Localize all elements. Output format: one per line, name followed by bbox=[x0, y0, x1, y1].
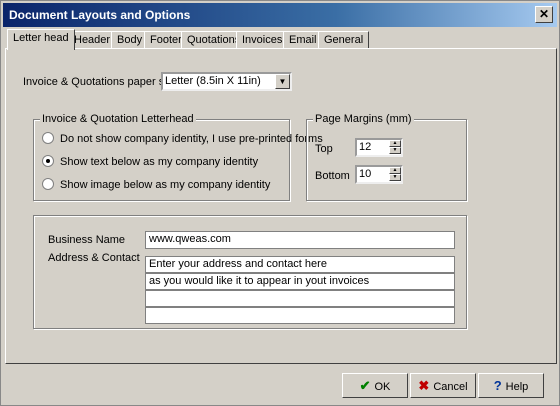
radio-dot-icon bbox=[42, 178, 54, 191]
letterhead-group: Invoice & Quotation Letterhead Do not sh… bbox=[33, 113, 323, 201]
ok-label: OK bbox=[374, 381, 391, 393]
tab-body[interactable]: Body bbox=[111, 31, 149, 49]
window-title: Document Layouts and Options bbox=[9, 8, 191, 22]
radio-label: Show image below as my company identity bbox=[60, 179, 271, 191]
identity-group: Business Name www.qweas.com Address & Co… bbox=[33, 215, 467, 329]
address-line-3[interactable] bbox=[145, 290, 455, 307]
radio-dot-selected-icon bbox=[42, 155, 54, 168]
ok-button[interactable]: ✔ OK bbox=[342, 373, 408, 398]
cross-icon: ✖ bbox=[418, 378, 430, 393]
help-label: Help bbox=[505, 381, 529, 393]
letterhead-panel: Invoice & Quotations paper size Letter (… bbox=[5, 48, 557, 364]
address-line-4[interactable] bbox=[145, 307, 455, 324]
business-name-input[interactable]: www.qweas.com bbox=[145, 231, 455, 249]
paper-size-value: Letter (8.5in X 11in) bbox=[165, 75, 261, 87]
dialog-window: Document Layouts and Options ✕ Letter he… bbox=[0, 0, 560, 406]
page-margins-legend: Page Margins (mm) bbox=[313, 113, 414, 125]
tab-email[interactable]: Email bbox=[283, 31, 323, 49]
spin-down-icon[interactable]: ▼ bbox=[389, 174, 401, 181]
radio-show-image[interactable]: Show image below as my company identity bbox=[42, 178, 271, 191]
title-bar[interactable]: Document Layouts and Options ✕ bbox=[3, 3, 557, 27]
checkmark-icon: ✔ bbox=[359, 378, 371, 393]
radio-label: Do not show company identity, I use pre-… bbox=[60, 133, 323, 145]
bottom-margin-label: Bottom bbox=[315, 170, 350, 182]
business-name-label: Business Name bbox=[48, 234, 126, 246]
tab-header[interactable]: Header bbox=[68, 31, 117, 49]
paper-size-select[interactable]: Letter (8.5in X 11in) ▼ bbox=[161, 72, 292, 91]
letterhead-legend: Invoice & Quotation Letterhead bbox=[40, 113, 196, 125]
cancel-button[interactable]: ✖ Cancel bbox=[410, 373, 476, 398]
address-line-1[interactable]: Enter your address and contact here bbox=[145, 256, 455, 273]
close-icon: ✕ bbox=[538, 7, 550, 21]
top-margin-value: 12 bbox=[359, 141, 372, 153]
paper-size-label: Invoice & Quotations paper size bbox=[23, 76, 179, 88]
radio-no-identity[interactable]: Do not show company identity, I use pre-… bbox=[42, 132, 323, 145]
page-margins-group: Page Margins (mm) Top 12 ▲ ▼ Bottom 10 ▲… bbox=[306, 113, 467, 201]
spin-up-icon[interactable]: ▲ bbox=[389, 167, 401, 174]
spin-up-icon[interactable]: ▲ bbox=[389, 140, 401, 147]
help-icon: ? bbox=[493, 378, 502, 393]
cancel-label: Cancel bbox=[433, 381, 468, 393]
bottom-margin-stepper[interactable]: 10 ▲ ▼ bbox=[355, 165, 403, 184]
bottom-margin-value: 10 bbox=[359, 168, 372, 180]
tab-letter-head[interactable]: Letter head bbox=[7, 29, 75, 50]
tab-general[interactable]: General bbox=[318, 31, 370, 49]
address-contact-label: Address & Contact bbox=[48, 252, 140, 264]
help-button[interactable]: ? Help bbox=[478, 373, 544, 398]
chevron-down-icon[interactable]: ▼ bbox=[275, 74, 290, 89]
close-button[interactable]: ✕ bbox=[535, 6, 553, 23]
spin-down-icon[interactable]: ▼ bbox=[389, 147, 401, 154]
radio-dot-icon bbox=[42, 132, 54, 145]
radio-show-text[interactable]: Show text below as my company identity bbox=[42, 155, 259, 168]
address-line-2[interactable]: as you would like it to appear in yout i… bbox=[145, 273, 455, 290]
top-margin-label: Top bbox=[315, 143, 333, 155]
radio-label: Show text below as my company identity bbox=[60, 156, 259, 168]
top-margin-stepper[interactable]: 12 ▲ ▼ bbox=[355, 138, 403, 157]
tab-invoices[interactable]: Invoices bbox=[236, 31, 289, 49]
